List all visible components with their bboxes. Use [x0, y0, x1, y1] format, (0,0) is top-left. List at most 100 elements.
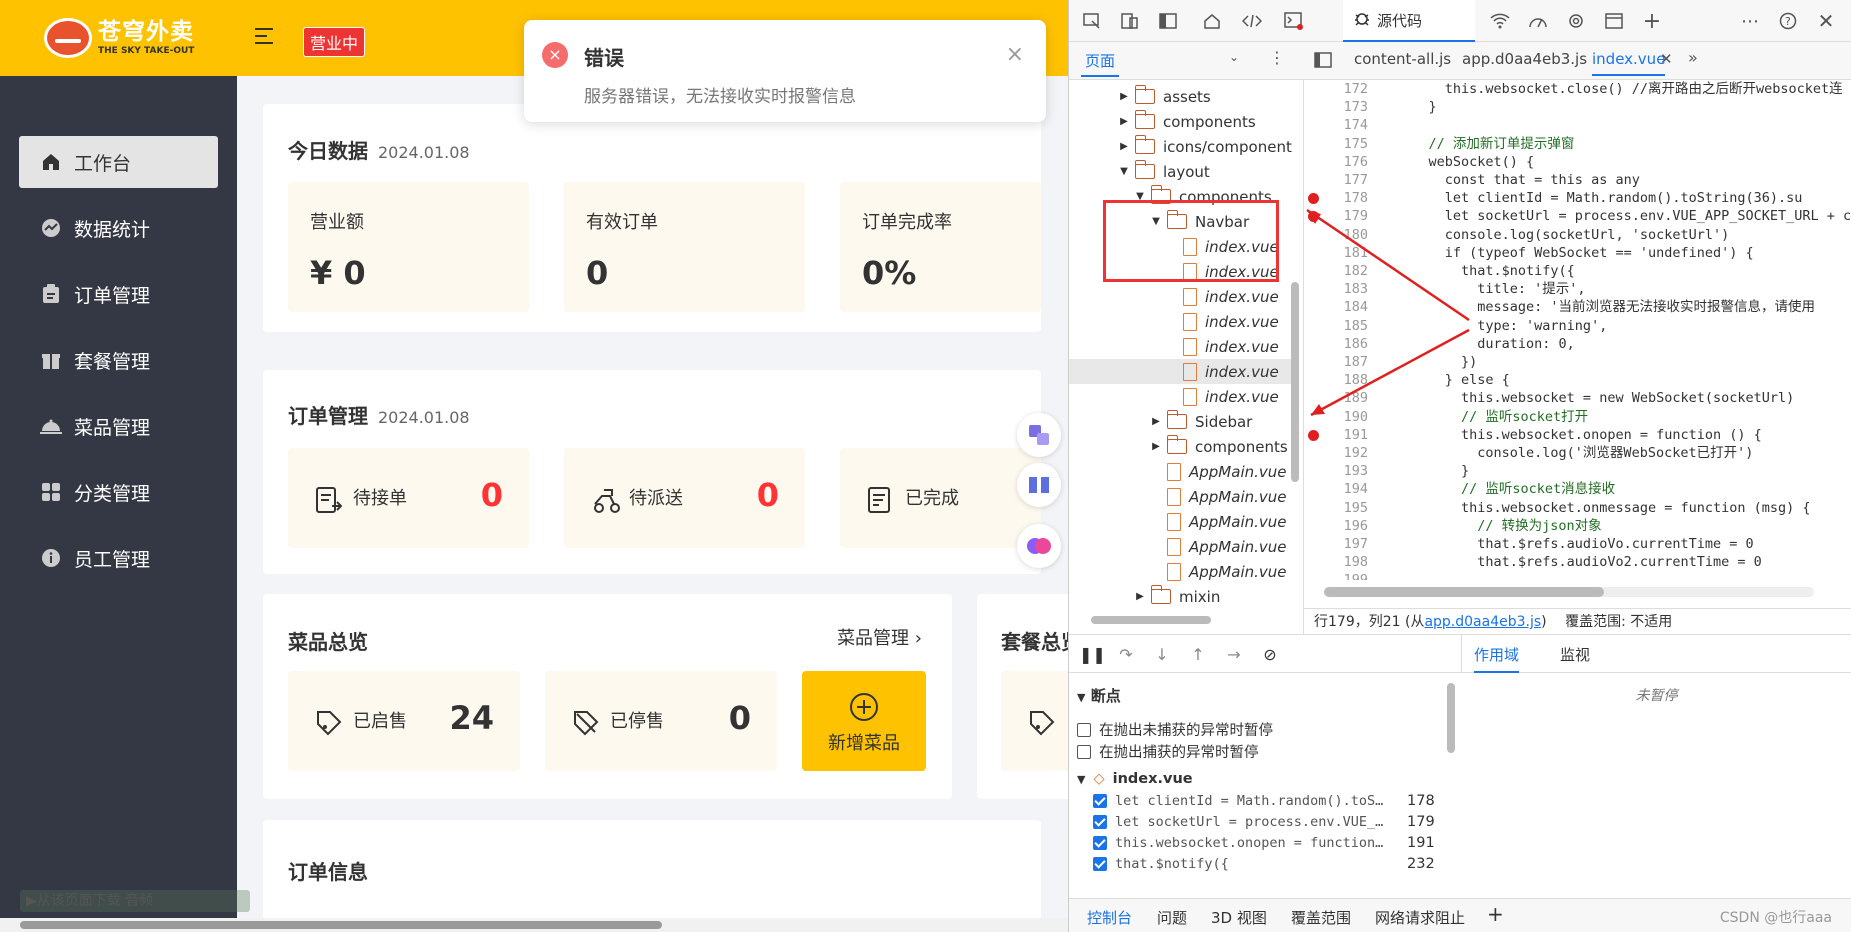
- sidebar-item-categories[interactable]: 分类管理: [19, 466, 218, 518]
- ai-brain-icon[interactable]: [1017, 524, 1061, 568]
- drawer-tab-network-blocking[interactable]: 网络请求阻止: [1375, 907, 1465, 928]
- line-number[interactable]: 173: [1304, 98, 1368, 116]
- device-emulation-icon[interactable]: [1117, 9, 1143, 33]
- tree-folder[interactable]: ▶ components: [1119, 109, 1256, 134]
- pause-uncaught-row[interactable]: 在抛出未捕获的异常时暂停: [1077, 719, 1273, 740]
- tree-file[interactable]: AppMain.vue: [1151, 484, 1287, 509]
- tree-folder[interactable]: ▶ mixin: [1135, 584, 1220, 609]
- breakpoints-scrollbar[interactable]: [1447, 683, 1455, 753]
- more-options-icon[interactable]: ⋯: [1737, 9, 1763, 33]
- sidebar-item-dashboard[interactable]: 工作台: [19, 136, 218, 188]
- tree-file[interactable]: AppMain.vue: [1151, 534, 1287, 559]
- drawer-tab-issues[interactable]: 问题: [1157, 907, 1187, 928]
- tab-sources[interactable]: 源代码: [1343, 0, 1475, 42]
- code-line[interactable]: 199: [1304, 571, 1851, 580]
- triangle-right-icon[interactable]: ▶: [1135, 591, 1145, 602]
- code-line[interactable]: 173 }: [1304, 98, 1851, 116]
- tab-watch[interactable]: 监视: [1560, 644, 1590, 665]
- triangle-down-icon[interactable]: ▼: [1151, 216, 1161, 227]
- step-out-icon[interactable]: ↑: [1187, 645, 1209, 665]
- sidebar-item-employees[interactable]: 员工管理: [19, 532, 218, 584]
- sidebar-item-statistics[interactable]: 数据统计: [19, 202, 218, 254]
- elements-icon[interactable]: [1239, 9, 1265, 33]
- add-drawer-tab-icon[interactable]: +: [1487, 902, 1504, 926]
- breakpoint-file-row[interactable]: ▼ ◇ index.vue: [1077, 771, 1193, 787]
- line-number[interactable]: 194: [1304, 480, 1368, 498]
- breakpoint-item[interactable]: let clientId = Math.random().toS…: [1093, 793, 1405, 809]
- application-icon[interactable]: [1601, 9, 1627, 33]
- drawer-tab-coverage[interactable]: 覆盖范围: [1291, 907, 1351, 928]
- status-badge[interactable]: 营业中: [303, 27, 366, 57]
- reader-icon[interactable]: [1017, 463, 1061, 507]
- triangle-right-icon[interactable]: ▶: [1151, 441, 1161, 452]
- step-over-icon[interactable]: ↷: [1115, 645, 1137, 665]
- line-number[interactable]: 195: [1304, 499, 1368, 517]
- sidebar-item-setmeal[interactable]: 套餐管理: [19, 334, 218, 386]
- tree-file[interactable]: AppMain.vue: [1151, 509, 1287, 534]
- line-number[interactable]: 172: [1304, 80, 1368, 98]
- code-line[interactable]: 197 that.$refs.audioVo.currentTime = 0: [1304, 535, 1851, 553]
- sidebar-item-dishes[interactable]: 菜品管理: [19, 400, 218, 452]
- tree-folder[interactable]: ▼ layout: [1119, 159, 1210, 184]
- line-number[interactable]: 198: [1304, 553, 1368, 571]
- triangle-right-icon[interactable]: ▶: [1119, 141, 1129, 152]
- download-audio-bar[interactable]: ▶从该页面下载 音频: [20, 890, 250, 912]
- help-icon[interactable]: ?: [1775, 9, 1801, 33]
- welcome-home-icon[interactable]: [1199, 9, 1225, 33]
- tree-folder[interactable]: ▶ icons/component: [1119, 134, 1292, 159]
- add-dish-button[interactable]: 新增菜品: [802, 671, 926, 771]
- tab-page[interactable]: 页面: [1081, 50, 1120, 77]
- code-horizontal-scrollbar[interactable]: [1324, 587, 1814, 597]
- inspect-icon[interactable]: [1079, 9, 1105, 33]
- pending-delivery-tile[interactable]: 待派送 0: [564, 448, 805, 548]
- dock-side-icon[interactable]: [1155, 9, 1181, 33]
- performance-icon[interactable]: [1525, 9, 1551, 33]
- pause-uncaught-checkbox[interactable]: [1077, 722, 1091, 737]
- breakpoint-item[interactable]: let socketUrl = process.env.VUE_…: [1093, 814, 1405, 830]
- code-line[interactable]: 196 // 转换为json对象: [1304, 517, 1851, 535]
- code-line[interactable]: 175 // 添加新订单提示弹窗: [1304, 135, 1851, 153]
- triangle-right-icon[interactable]: ▶: [1151, 416, 1161, 427]
- kebab-menu-icon[interactable]: ⋮: [1269, 48, 1285, 67]
- tab-scope[interactable]: 作用域: [1474, 644, 1520, 673]
- memory-icon[interactable]: [1563, 9, 1589, 33]
- triangle-right-icon[interactable]: ▶: [1119, 91, 1129, 102]
- triangle-down-icon[interactable]: ▼: [1135, 191, 1145, 202]
- chevron-down-icon[interactable]: ⌄: [1229, 50, 1239, 64]
- close-icon[interactable]: ×: [1006, 42, 1024, 67]
- menu-toggle-icon[interactable]: [255, 28, 277, 46]
- breakpoint-checkbox[interactable]: [1093, 815, 1107, 829]
- line-number[interactable]: 193: [1304, 462, 1368, 480]
- code-line[interactable]: 174: [1304, 116, 1851, 134]
- breakpoint-checkbox[interactable]: [1093, 836, 1107, 850]
- code-line[interactable]: 198 that.$refs.audioVo2.currentTime = 0: [1304, 553, 1851, 571]
- breakpoints-section[interactable]: ▼ 断点: [1077, 685, 1121, 706]
- code-line[interactable]: 194 // 监听socket消息接收: [1304, 480, 1851, 498]
- line-number[interactable]: 174: [1304, 116, 1368, 134]
- line-number[interactable]: 175: [1304, 135, 1368, 153]
- completed-tile[interactable]: 已完成: [840, 448, 1041, 548]
- code-line[interactable]: 192 console.log('浏览器WebSocket已打开'): [1304, 444, 1851, 462]
- line-number[interactable]: 176: [1304, 153, 1368, 171]
- navigator-horizontal-scrollbar[interactable]: [1091, 616, 1211, 624]
- tree-file[interactable]: AppMain.vue: [1151, 559, 1287, 584]
- code-line[interactable]: 193 }: [1304, 462, 1851, 480]
- more-tabs-icon[interactable]: »: [1688, 48, 1698, 67]
- source-map-link[interactable]: app.d0aa4eb3.js: [1424, 614, 1541, 630]
- network-icon[interactable]: [1487, 9, 1513, 33]
- breakpoint-item[interactable]: that.$notify({: [1093, 856, 1405, 872]
- page-horizontal-scrollbar[interactable]: [0, 918, 1068, 932]
- pause-icon[interactable]: ❚❚: [1079, 645, 1106, 665]
- console-icon[interactable]: [1281, 9, 1307, 33]
- breakpoint-item[interactable]: this.websocket.onopen = function…: [1093, 835, 1405, 851]
- drawer-tab-console[interactable]: 控制台: [1087, 907, 1132, 928]
- line-number[interactable]: 196: [1304, 517, 1368, 535]
- tree-file[interactable]: AppMain.vue: [1151, 459, 1287, 484]
- editor-tab-app-js[interactable]: app.d0aa4eb3.js: [1462, 50, 1587, 68]
- step-into-icon[interactable]: ↓: [1151, 645, 1173, 665]
- editor-tab-index-vue[interactable]: index.vue: [1592, 50, 1666, 76]
- breakpoint-checkbox[interactable]: [1093, 857, 1107, 871]
- code-line[interactable]: 195 this.websocket.onmessage = function …: [1304, 499, 1851, 517]
- code-line[interactable]: 172 this.websocket.close() //离开路由之后断开web…: [1304, 80, 1851, 98]
- line-number[interactable]: 197: [1304, 535, 1368, 553]
